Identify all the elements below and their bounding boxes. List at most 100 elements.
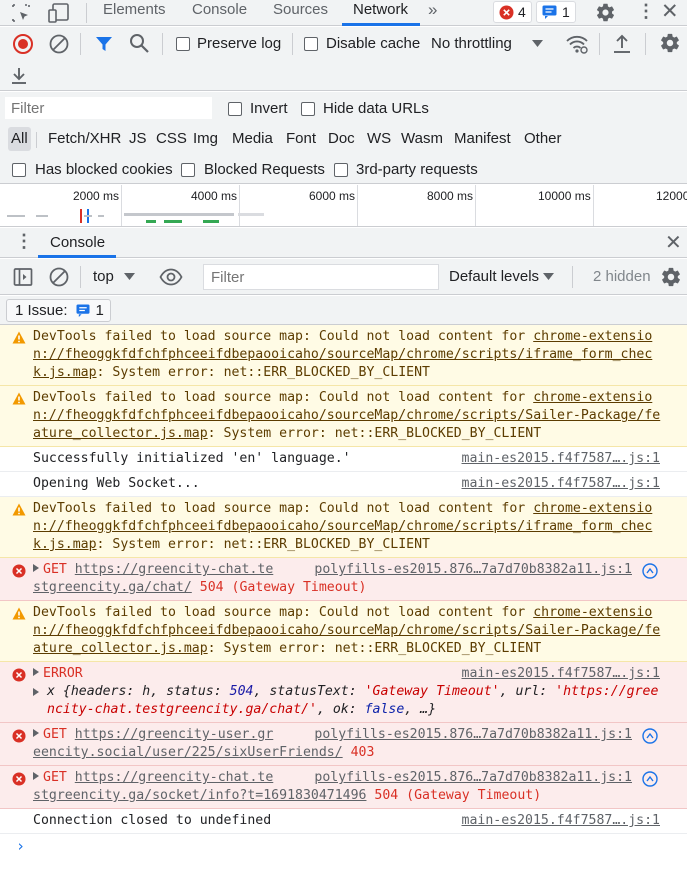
expand-arrow-icon[interactable] bbox=[33, 729, 39, 737]
preserve-log-option[interactable]: Preserve log bbox=[176, 35, 281, 52]
expand-object-arrow-icon[interactable] bbox=[33, 688, 39, 696]
hide-data-urls-checkbox[interactable] bbox=[301, 101, 315, 116]
error-icon bbox=[499, 5, 514, 20]
source-location-link[interactable]: main-es2015.f4f7587….js:1 bbox=[462, 475, 661, 493]
divider bbox=[80, 266, 81, 288]
divider bbox=[572, 266, 573, 288]
type-filter-fetch-xhr[interactable]: Fetch/XHR bbox=[45, 127, 124, 151]
timeline-tick: 2000 ms bbox=[73, 189, 120, 203]
preserve-log-checkbox[interactable] bbox=[176, 36, 190, 51]
network-timeline-overview[interactable]: 2000 ms 4000 ms 6000 ms 8000 ms 10000 ms… bbox=[0, 185, 687, 227]
type-filter-ws[interactable]: WS bbox=[364, 127, 394, 151]
response-status: 403 bbox=[350, 745, 375, 760]
type-filter-doc[interactable]: Doc bbox=[325, 127, 358, 151]
network-conditions-icon[interactable] bbox=[565, 33, 589, 55]
blocked-requests-option[interactable]: Blocked Requests bbox=[181, 161, 325, 178]
type-filter-all[interactable]: All bbox=[8, 127, 31, 151]
has-blocked-cookies-checkbox[interactable] bbox=[12, 162, 26, 177]
export-har-icon[interactable] bbox=[9, 66, 29, 86]
message-text: DevTools failed to load source map: Coul… bbox=[33, 329, 534, 344]
tab-elements[interactable]: Elements bbox=[103, 1, 166, 18]
third-party-checkbox[interactable] bbox=[334, 162, 348, 177]
invert-checkbox[interactable] bbox=[228, 101, 242, 116]
import-har-icon[interactable] bbox=[612, 33, 632, 55]
network-request-icon[interactable] bbox=[642, 563, 658, 579]
error-count: 4 bbox=[518, 4, 526, 20]
disable-cache-option[interactable]: Disable cache bbox=[304, 35, 420, 52]
settings-gear-icon[interactable] bbox=[595, 2, 616, 23]
sidebar-toggle-icon[interactable] bbox=[13, 267, 33, 287]
blocked-requests-checkbox[interactable] bbox=[181, 162, 195, 177]
close-drawer-icon[interactable]: ✕ bbox=[665, 230, 682, 255]
expand-arrow-icon[interactable] bbox=[33, 668, 39, 676]
network-filter-input[interactable] bbox=[5, 97, 212, 119]
console-settings-gear-icon[interactable] bbox=[660, 266, 682, 288]
source-location-link[interactable]: polyfills-es2015.876…7a7d70b8382a11.js:1 bbox=[314, 769, 632, 787]
network-request-icon[interactable] bbox=[642, 728, 658, 744]
source-location-link[interactable]: polyfills-es2015.876…7a7d70b8382a11.js:1 bbox=[314, 726, 632, 744]
network-request-icon[interactable] bbox=[642, 771, 658, 787]
source-location-link[interactable]: main-es2015.f4f7587….js:1 bbox=[462, 812, 661, 830]
request-url-continued[interactable]: eencity.social/user/225/sixUserFriends/ bbox=[33, 745, 343, 760]
device-toolbar-icon[interactable] bbox=[47, 2, 71, 24]
type-filter-css[interactable]: CSS bbox=[153, 127, 190, 151]
source-location-link[interactable]: polyfills-es2015.876…7a7d70b8382a11.js:1 bbox=[314, 561, 632, 579]
tab-network[interactable]: Network bbox=[353, 1, 408, 18]
console-prompt[interactable]: › bbox=[0, 834, 687, 860]
response-status: 504 (Gateway Timeout) bbox=[199, 580, 367, 595]
type-filter-font[interactable]: Font bbox=[283, 127, 319, 151]
expand-arrow-icon[interactable] bbox=[33, 772, 39, 780]
type-filter-img[interactable]: Img bbox=[190, 127, 221, 151]
warning-icon bbox=[12, 607, 26, 620]
invert-option[interactable]: Invert bbox=[228, 100, 288, 117]
filter-funnel-icon[interactable] bbox=[94, 34, 114, 54]
tab-sources[interactable]: Sources bbox=[273, 1, 328, 18]
blocked-requests-label: Blocked Requests bbox=[204, 161, 325, 178]
drawer-tab-console[interactable]: Console bbox=[50, 234, 105, 251]
request-url[interactable]: https://greencity-user.gr bbox=[75, 727, 274, 742]
request-url-continued[interactable]: stgreencity.ga/chat/ bbox=[33, 580, 192, 595]
third-party-option[interactable]: 3rd-party requests bbox=[334, 161, 478, 178]
source-location-link[interactable]: main-es2015.f4f7587….js:1 bbox=[462, 450, 661, 468]
request-url[interactable]: https://greencity-chat.te bbox=[75, 770, 274, 785]
request-url-continued[interactable]: stgreencity.ga/socket/info?t=16918304714… bbox=[33, 788, 366, 803]
clear-console-icon[interactable] bbox=[48, 266, 70, 288]
search-icon[interactable] bbox=[129, 33, 150, 54]
type-filter-wasm[interactable]: Wasm bbox=[398, 127, 446, 151]
more-options-icon[interactable]: ⋮ bbox=[637, 1, 655, 22]
error-counter[interactable]: 4 bbox=[493, 1, 532, 23]
issues-button[interactable]: 1 Issue: 1 bbox=[6, 299, 111, 322]
source-location-link[interactable]: main-es2015.f4f7587….js:1 bbox=[462, 665, 661, 683]
close-devtools-icon[interactable]: ✕ bbox=[661, 0, 679, 24]
console-filter-input[interactable] bbox=[203, 264, 439, 290]
console-warning-message: DevTools failed to load source map: Coul… bbox=[0, 497, 687, 558]
type-filter-media[interactable]: Media bbox=[229, 127, 276, 151]
object-preview: x {headers: h, status: bbox=[47, 684, 230, 699]
type-filter-other[interactable]: Other bbox=[521, 127, 565, 151]
log-levels-select[interactable]: Default levels bbox=[449, 268, 555, 285]
disable-cache-checkbox[interactable] bbox=[304, 36, 318, 51]
type-filter-js[interactable]: JS bbox=[126, 127, 150, 151]
hide-data-urls-option[interactable]: Hide data URLs bbox=[301, 100, 429, 117]
more-tabs-icon[interactable]: » bbox=[428, 0, 437, 20]
record-icon[interactable] bbox=[12, 33, 34, 55]
console-toolbar: top Default levels 2 hidden bbox=[0, 259, 687, 295]
issue-counter[interactable]: 1 bbox=[536, 1, 576, 23]
type-filter-manifest[interactable]: Manifest bbox=[451, 127, 514, 151]
divider bbox=[36, 132, 37, 148]
live-expression-eye-icon[interactable] bbox=[159, 267, 183, 287]
error-icon bbox=[12, 564, 26, 578]
throttling-select[interactable]: No throttling bbox=[431, 35, 543, 52]
expand-arrow-icon[interactable] bbox=[33, 564, 39, 572]
context-selector[interactable]: top bbox=[93, 268, 135, 285]
network-settings-gear-icon[interactable] bbox=[659, 32, 681, 54]
request-url[interactable]: https://greencity-chat.te bbox=[75, 562, 274, 577]
message-text: DevTools failed to load source map: Coul… bbox=[33, 501, 534, 516]
clear-icon[interactable] bbox=[48, 33, 70, 55]
message-suffix: : System error: net::ERR_BLOCKED_BY_CLIE… bbox=[207, 641, 542, 656]
tab-console[interactable]: Console bbox=[192, 1, 247, 18]
drawer-menu-icon[interactable]: ⋮ bbox=[15, 231, 33, 252]
inspect-element-icon[interactable] bbox=[10, 2, 32, 24]
has-blocked-cookies-option[interactable]: Has blocked cookies bbox=[12, 161, 173, 178]
divider bbox=[645, 33, 646, 55]
